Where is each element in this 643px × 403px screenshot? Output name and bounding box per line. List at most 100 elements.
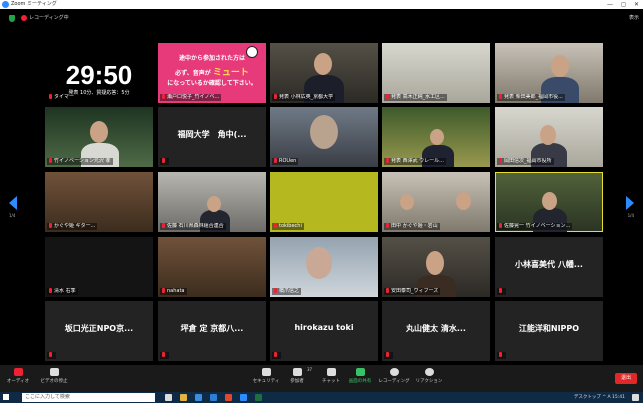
excel-icon[interactable] [255,394,262,401]
chrome-icon[interactable] [225,394,232,401]
participant-name: 田中 かぐや姫・岩山 [384,223,440,230]
notice-line-3: になっているか確認して下さい。 [167,80,257,87]
mic-muted-icon [274,288,277,293]
video-tile-active-speaker[interactable]: 佐藤晃一 竹イノベーション... [495,172,603,232]
reactions-label: リアクション [415,379,443,384]
participant-display-name: 坂口光正NPO京... [64,324,134,333]
file-explorer-icon[interactable] [180,394,187,401]
restore-button[interactable]: ◻ [621,0,626,9]
video-tile[interactable]: tokibechi [270,172,378,232]
audio-button[interactable]: オーディオ [4,368,32,384]
video-tile[interactable]: 佐藤 石川県森林組合連合 [158,172,266,232]
participant-name: 発表 高木正純_水工区... [384,94,447,101]
record-icon [389,368,399,376]
record-button[interactable]: レコーディング [378,368,410,384]
close-button[interactable]: ✕ [634,0,639,9]
participant-face [314,53,332,75]
mic-muted-icon [49,94,52,99]
mic-status [497,352,506,359]
mic-muted-icon [499,158,502,163]
window-title: Zoom ミーティング [11,1,57,7]
mail-icon[interactable] [195,394,202,401]
chat-button[interactable]: チャット [318,368,344,384]
video-tile[interactable]: 岡田信次_福岡市役所 [495,107,603,167]
participant-display-name: 小林喜美代 八幡... [515,260,583,269]
previous-page-icon[interactable] [9,196,17,210]
video-tile-no-video[interactable]: 福岡大学 角中(... [158,107,266,167]
mic-status [272,352,281,359]
mic-muted-icon [49,288,52,293]
video-tile-timer[interactable]: 29:50 発表 10分、質疑応答：5分 タイマー [45,43,153,103]
shield-icon[interactable] [9,15,15,22]
zoom-taskbar-icon[interactable] [240,394,247,401]
view-button[interactable]: 表示 [629,14,639,21]
mic-muted-icon [386,158,389,163]
video-tile[interactable]: 発表 西澤武 ウレール... [382,107,490,167]
mic-status [497,288,506,295]
mic-muted-icon [274,352,277,357]
mic-status [384,352,393,359]
mic-status [47,352,56,359]
security-button[interactable]: セキュリティ [250,368,282,384]
notifications-icon[interactable] [632,394,639,401]
participant-name: 発表 柴田美郎_福岡市役... [497,94,565,101]
taskbar-search-box[interactable]: ここに入力して検索 [22,393,155,402]
video-tile-no-video[interactable]: 丸山健太 清水... [382,301,490,361]
video-tile-no-video[interactable]: hirokazu toki [270,301,378,361]
mic-muted-icon [274,158,277,163]
minimize-button[interactable]: — [607,0,613,9]
participants-icon [292,368,302,376]
video-tile[interactable]: かぐや姫 ギター... [45,172,153,232]
participants-button[interactable]: 参加者 [285,368,309,384]
reactions-button[interactable]: リアクション [414,368,444,384]
share-screen-icon [355,368,365,376]
participants-count: 37 [307,367,313,372]
participant-name: タイマー [47,94,77,101]
participant-face [90,121,108,143]
video-tile[interactable]: 発表 高木正純_水工区... [382,43,490,103]
participant-face [306,247,332,279]
meeting-toolbar: オーディオ ビデオの停止 セキュリティ 参加者 37 チャット 画面の共有 レコ… [0,365,643,392]
video-button[interactable]: ビデオの停止 [36,368,72,384]
chat-bubble-icon [326,368,336,376]
task-view-icon[interactable] [165,394,172,401]
video-tile[interactable]: nahata [158,237,266,297]
mic-muted-icon [499,352,502,357]
video-tile-no-video[interactable]: 江能洋和NIPPO [495,301,603,361]
participant-face [310,115,338,149]
recording-label[interactable]: レコーディング中 [29,14,69,21]
leave-meeting-button[interactable]: 退出 [615,373,637,384]
chat-label: チャット [322,379,340,384]
mic-muted-icon [162,223,165,228]
next-page-icon[interactable] [626,196,634,210]
participant-face [430,129,444,145]
meeting-status-row [0,9,643,31]
video-tile[interactable]: 安田泰司_ヴィフーズ [382,237,490,297]
video-tile-no-video[interactable]: 坪倉 定 京都八... [158,301,266,361]
video-tile-notice[interactable]: 途中から参加された方は 必ず、音声が ミュート になっているか確認して下さい。 … [158,43,266,103]
video-tile[interactable]: ROUen [270,107,378,167]
shield-icon [261,368,271,376]
mic-muted-icon [386,352,389,357]
mic-muted-icon [162,158,165,163]
video-tile[interactable]: 発表 小林広英_京都大学 [270,43,378,103]
video-tile[interactable]: 橋爪信之 [270,237,378,297]
video-tile-no-video[interactable]: 小林喜美代 八幡... [495,237,603,297]
page-indicator-left: 1/4 [9,213,16,218]
video-tile[interactable]: 田中 かぐや姫・岩山 [382,172,490,232]
mic-status [160,158,169,165]
microphone-muted-icon [13,368,23,376]
share-screen-button[interactable]: 画面の共有 [346,368,374,384]
edge-icon[interactable] [210,394,217,401]
video-tile[interactable]: 清水 右季 [45,237,153,297]
mic-muted-icon [386,223,389,228]
video-tile-no-video[interactable]: 坂口光正NPO京... [45,301,153,361]
system-tray[interactable]: デスクトップ ^ A 15:41 [574,394,625,400]
windows-start-icon[interactable] [3,394,9,400]
participant-face [542,192,557,210]
mic-status [160,352,169,359]
participant-face [426,251,444,275]
video-tile[interactable]: 発表 柴田美郎_福岡市役... [495,43,603,103]
video-tile[interactable]: 竹イノベーション元沢 孝 [45,107,153,167]
countdown-timer: 29:50 [65,60,133,90]
